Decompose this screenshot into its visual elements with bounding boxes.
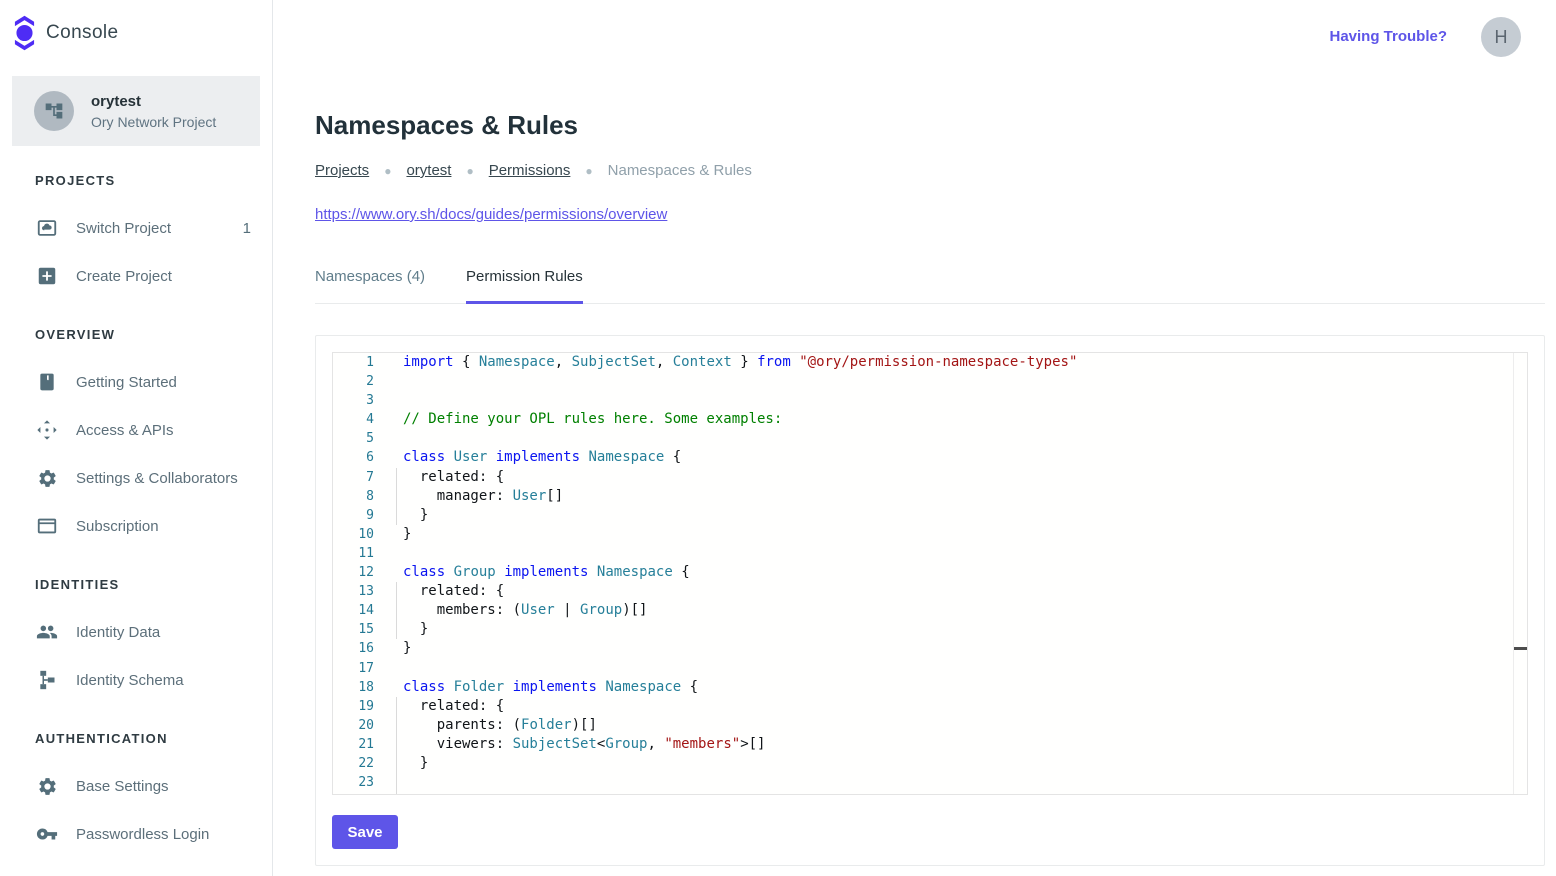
sidebar-section-identities: IDENTITIES Identity Data Identity Schema xyxy=(0,550,272,704)
sidebar-item-label: Identity Data xyxy=(76,624,160,641)
section-label: IDENTITIES xyxy=(0,577,272,593)
project-name: orytest xyxy=(91,93,216,110)
project-type: Ory Network Project xyxy=(91,114,216,130)
arrows-icon xyxy=(36,419,58,441)
tab-permission-rules[interactable]: Permission Rules xyxy=(466,268,583,304)
sidebar-item-base-settings[interactable]: Base Settings xyxy=(0,762,272,810)
tab-namespaces[interactable]: Namespaces (4) xyxy=(315,268,425,304)
code-line: 10} xyxy=(333,525,1527,544)
code-line: 16} xyxy=(333,639,1527,658)
sidebar-section-projects: PROJECTS Switch Project 1 Create Project xyxy=(0,146,272,300)
cursor-position-marker xyxy=(1514,647,1527,650)
code-line: 20 parents: (Folder)[] xyxy=(333,716,1527,735)
sidebar-section-overview: OVERVIEW Getting Started Access & APIs S… xyxy=(0,300,272,550)
code-line: 5 xyxy=(333,429,1527,448)
breadcrumb-orytest[interactable]: orytest xyxy=(406,162,451,179)
create-project-icon xyxy=(36,265,58,287)
sidebar-item-subscription[interactable]: Subscription xyxy=(0,502,272,550)
project-avatar xyxy=(34,91,74,131)
tab-bar: Namespaces (4) Permission Rules xyxy=(315,268,1545,304)
code-line: 6class User implements Namespace { xyxy=(333,448,1527,467)
sidebar-item-label: Getting Started xyxy=(76,374,177,391)
code-line: 22 } xyxy=(333,754,1527,773)
gear-icon xyxy=(36,775,58,797)
code-line: 11 xyxy=(333,544,1527,563)
sidebar-section-authentication: AUTHENTICATION Base Settings Passwordles… xyxy=(0,704,272,858)
sidebar-item-getting-started[interactable]: Getting Started xyxy=(0,358,272,406)
sidebar-item-label: Identity Schema xyxy=(76,672,184,689)
breadcrumb-separator: ● xyxy=(384,164,391,178)
code-line: 9 } xyxy=(333,506,1527,525)
code-line: 1import { Namespace, SubjectSet, Context… xyxy=(333,353,1527,372)
code-editor[interactable]: 1import { Namespace, SubjectSet, Context… xyxy=(332,352,1528,795)
code-line: 14 members: (User | Group)[] xyxy=(333,601,1527,620)
code-line: 23 xyxy=(333,773,1527,792)
breadcrumb: Projects ● orytest ● Permissions ● Names… xyxy=(315,162,1545,179)
people-icon xyxy=(36,621,58,643)
sidebar-item-switch-project[interactable]: Switch Project 1 xyxy=(0,204,272,252)
project-count-badge: 1 xyxy=(243,220,251,237)
sidebar-item-identity-schema[interactable]: Identity Schema xyxy=(0,656,272,704)
ory-logo-icon xyxy=(13,15,36,51)
overview-ruler[interactable] xyxy=(1513,353,1527,794)
sidebar-item-label: Settings & Collaborators xyxy=(76,470,238,487)
breadcrumb-current: Namespaces & Rules xyxy=(608,162,752,179)
code-line: 24 permits = { xyxy=(333,792,1527,795)
schema-icon xyxy=(36,669,58,691)
sidebar-item-label: Switch Project xyxy=(76,220,171,237)
permission-rules-panel: 1import { Namespace, SubjectSet, Context… xyxy=(315,335,1545,866)
code-line: 17 xyxy=(333,659,1527,678)
main-content: Namespaces & Rules Projects ● orytest ● … xyxy=(315,0,1545,866)
section-label: OVERVIEW xyxy=(0,327,272,343)
code-line: 12class Group implements Namespace { xyxy=(333,563,1527,582)
docs-link[interactable]: https://www.ory.sh/docs/guides/permissio… xyxy=(315,206,667,223)
sidebar-item-label: Subscription xyxy=(76,518,159,535)
breadcrumb-separator: ● xyxy=(466,164,473,178)
section-label: AUTHENTICATION xyxy=(0,731,272,747)
code-line: 15 } xyxy=(333,620,1527,639)
breadcrumb-permissions[interactable]: Permissions xyxy=(489,162,571,179)
page-title: Namespaces & Rules xyxy=(315,110,1545,141)
book-icon xyxy=(36,371,58,393)
key-icon xyxy=(36,823,58,845)
app-title: Console xyxy=(46,22,119,44)
code-line: 8 manager: User[] xyxy=(333,487,1527,506)
code-line: 21 viewers: SubjectSet<Group, "members">… xyxy=(333,735,1527,754)
console-logo[interactable]: Console xyxy=(0,0,272,52)
sidebar-item-create-project[interactable]: Create Project xyxy=(0,252,272,300)
code-line: 18class Folder implements Namespace { xyxy=(333,678,1527,697)
breadcrumb-separator: ● xyxy=(585,164,592,178)
current-project-card[interactable]: orytest Ory Network Project xyxy=(12,76,260,146)
code-line: 4// Define your OPL rules here. Some exa… xyxy=(333,410,1527,429)
sidebar-item-settings-collaborators[interactable]: Settings & Collaborators xyxy=(0,454,272,502)
sidebar-item-label: Base Settings xyxy=(76,778,169,795)
credit-card-icon xyxy=(36,515,58,537)
sidebar-item-label: Create Project xyxy=(76,268,172,285)
code-line: 3 xyxy=(333,391,1527,410)
sidebar-item-access-apis[interactable]: Access & APIs xyxy=(0,406,272,454)
sidebar-item-label: Passwordless Login xyxy=(76,826,209,843)
account-tree-icon xyxy=(44,101,64,121)
code-line: 19 related: { xyxy=(333,697,1527,716)
sidebar: Console orytest Ory Network Project PROJ… xyxy=(0,0,273,876)
switch-project-icon xyxy=(36,217,58,239)
code-line: 13 related: { xyxy=(333,582,1527,601)
sidebar-item-passwordless-login[interactable]: Passwordless Login xyxy=(0,810,272,858)
code-lines: 1import { Namespace, SubjectSet, Context… xyxy=(333,353,1527,795)
section-label: PROJECTS xyxy=(0,173,272,189)
breadcrumb-projects[interactable]: Projects xyxy=(315,162,369,179)
sidebar-item-identity-data[interactable]: Identity Data xyxy=(0,608,272,656)
code-line: 2 xyxy=(333,372,1527,391)
save-button[interactable]: Save xyxy=(332,815,398,849)
gear-icon xyxy=(36,467,58,489)
code-line: 7 related: { xyxy=(333,468,1527,487)
sidebar-item-label: Access & APIs xyxy=(76,422,174,439)
